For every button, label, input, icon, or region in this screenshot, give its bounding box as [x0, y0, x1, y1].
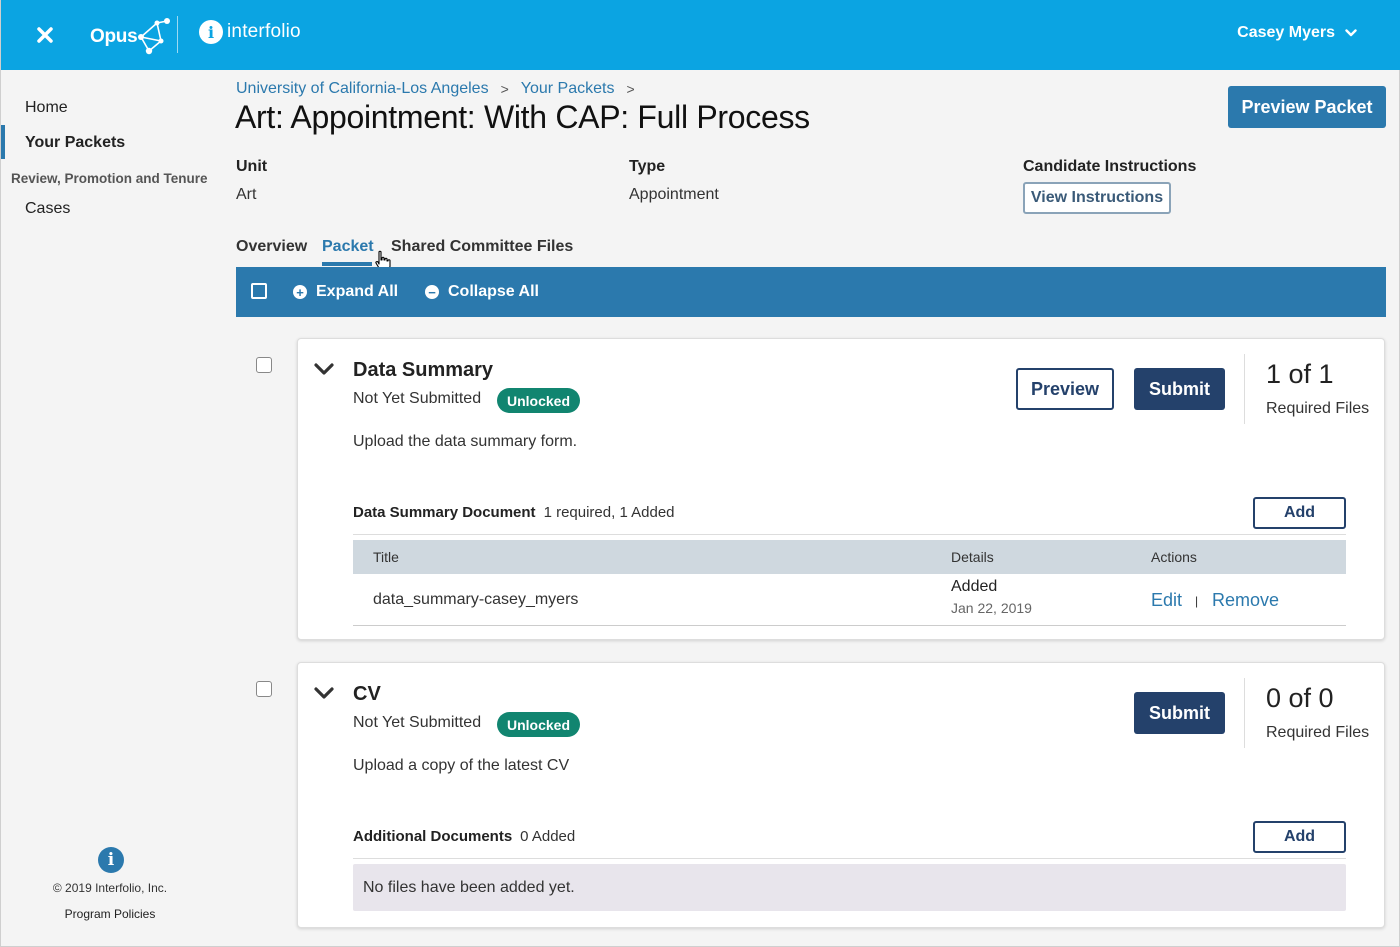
status-badge: Unlocked	[497, 712, 581, 737]
type-value: Appointment	[629, 186, 719, 203]
table-header: Title Details Actions	[353, 540, 1346, 574]
chevron-down-icon[interactable]	[314, 362, 334, 376]
breadcrumb-separator-icon: >	[626, 81, 635, 97]
required-label: Required Files	[1266, 724, 1370, 741]
add-button[interactable]: Add	[1253, 821, 1346, 853]
document-type-title: Additional Documents	[353, 828, 513, 845]
expand-all-button[interactable]: + Expand All	[293, 283, 398, 301]
action-separator: |	[1195, 594, 1199, 608]
submit-button[interactable]: Submit	[1134, 692, 1225, 734]
column-header-title: Title	[373, 549, 399, 565]
user-name: Casey Myers	[1237, 24, 1335, 41]
status-badge: Unlocked	[497, 388, 581, 413]
preview-packet-button[interactable]: Preview Packet	[1228, 86, 1386, 128]
tab-shared-committee-files[interactable]: Shared Committee Files	[391, 238, 573, 256]
program-policies-link[interactable]: Program Policies	[1, 907, 219, 921]
interfolio-info-icon: i	[199, 20, 223, 44]
file-title: data_summary-casey_myers	[373, 591, 579, 608]
opus-network-icon	[138, 18, 171, 55]
sidebar: Home Your Packets Review, Promotion and …	[1, 70, 219, 947]
section-title: CV	[353, 683, 381, 705]
interfolio-logo-text: interfolio	[227, 21, 301, 42]
unit-label: Unit	[236, 158, 268, 175]
add-button[interactable]: Add	[1253, 497, 1346, 529]
document-count: 0 Added	[520, 828, 576, 845]
top-bar: Opus i interfolio Casey Myers	[1, 0, 1400, 70]
required-divider	[1244, 678, 1245, 748]
type-label: Type	[629, 158, 666, 175]
sidebar-section-label: Review, Promotion and Tenure	[11, 171, 208, 186]
document-type-title: Data Summary Document	[353, 504, 536, 521]
required-count: 1 of 1	[1266, 359, 1334, 389]
section-card-cv: CV Not Yet Submitted Unlocked Upload a c…	[297, 662, 1385, 928]
sidebar-item-your-packets[interactable]: Your Packets	[25, 134, 125, 152]
opus-logo[interactable]: Opus	[90, 17, 173, 57]
section-status: Not Yet Submitted	[353, 390, 482, 407]
column-header-actions: Actions	[1151, 549, 1197, 565]
packet-action-bar: + Expand All − Collapse All	[236, 267, 1386, 317]
empty-state-message: No files have been added yet.	[363, 879, 575, 896]
section-checkbox[interactable]	[256, 357, 272, 373]
collapse-all-label: Collapse All	[448, 283, 539, 300]
section-status: Not Yet Submitted	[353, 714, 482, 731]
breadcrumb-separator-icon: >	[500, 81, 509, 97]
preview-button[interactable]: Preview	[1016, 368, 1114, 410]
section-description: Upload the data summary form.	[353, 433, 578, 450]
copyright-text: © 2019 Interfolio, Inc.	[52, 881, 168, 895]
collapse-all-button[interactable]: − Collapse All	[425, 283, 539, 301]
file-detail-date: Jan 22, 2019	[951, 600, 1032, 616]
sidebar-item-home[interactable]: Home	[25, 99, 68, 117]
logo-divider	[177, 16, 178, 53]
divider	[353, 534, 1346, 535]
divider	[353, 858, 1346, 859]
user-menu[interactable]: Casey Myers	[1237, 24, 1357, 42]
empty-state: No files have been added yet.	[353, 864, 1346, 911]
unit-value: Art	[236, 186, 257, 203]
required-divider	[1244, 354, 1245, 424]
page-title: Art: Appointment: With CAP: Full Process	[235, 99, 810, 135]
chevron-down-icon	[1345, 29, 1357, 37]
breadcrumb-your-packets[interactable]: Your Packets	[521, 80, 615, 98]
column-header-details: Details	[951, 549, 994, 565]
section-title: Data Summary	[353, 359, 494, 381]
interfolio-logo[interactable]: i interfolio	[199, 20, 301, 44]
sidebar-active-indicator	[1, 125, 5, 159]
close-icon[interactable]	[35, 25, 55, 45]
opus-logo-text: Opus	[90, 26, 138, 47]
breadcrumb-university[interactable]: University of California-Los Angeles	[236, 80, 489, 98]
document-header: Data Summary Document 1 required, 1 Added	[353, 504, 675, 521]
active-tab-indicator	[322, 262, 372, 266]
document-header: Additional Documents 0 Added	[353, 828, 575, 845]
candidate-instructions-label: Candidate Instructions	[1023, 158, 1197, 175]
document-count: 1 required, 1 Added	[543, 504, 675, 521]
submit-button[interactable]: Submit	[1134, 368, 1225, 410]
minus-circle-icon: −	[425, 285, 439, 299]
chevron-down-icon[interactable]	[314, 686, 334, 700]
select-all-checkbox[interactable]	[251, 283, 267, 299]
table-row: data_summary-casey_myers Added Jan 22, 2…	[353, 574, 1346, 626]
sidebar-item-cases[interactable]: Cases	[25, 200, 70, 218]
required-label: Required Files	[1266, 400, 1370, 417]
edit-link[interactable]: Edit	[1151, 590, 1182, 611]
section-description: Upload a copy of the latest CV	[353, 757, 570, 774]
plus-circle-icon: +	[293, 285, 307, 299]
section-card-data-summary: Data Summary Not Yet Submitted Unlocked …	[297, 338, 1385, 640]
file-detail-status: Added	[951, 578, 998, 595]
tab-packet[interactable]: Packet	[322, 238, 374, 256]
required-count: 0 of 0	[1266, 683, 1334, 713]
breadcrumb: University of California-Los Angeles > Y…	[236, 80, 647, 98]
view-instructions-button[interactable]: View Instructions	[1023, 182, 1171, 214]
expand-all-label: Expand All	[316, 283, 399, 300]
remove-link[interactable]: Remove	[1212, 590, 1279, 611]
section-checkbox[interactable]	[256, 681, 272, 697]
tab-overview[interactable]: Overview	[236, 238, 307, 256]
interfolio-footer-icon: i	[98, 847, 124, 873]
